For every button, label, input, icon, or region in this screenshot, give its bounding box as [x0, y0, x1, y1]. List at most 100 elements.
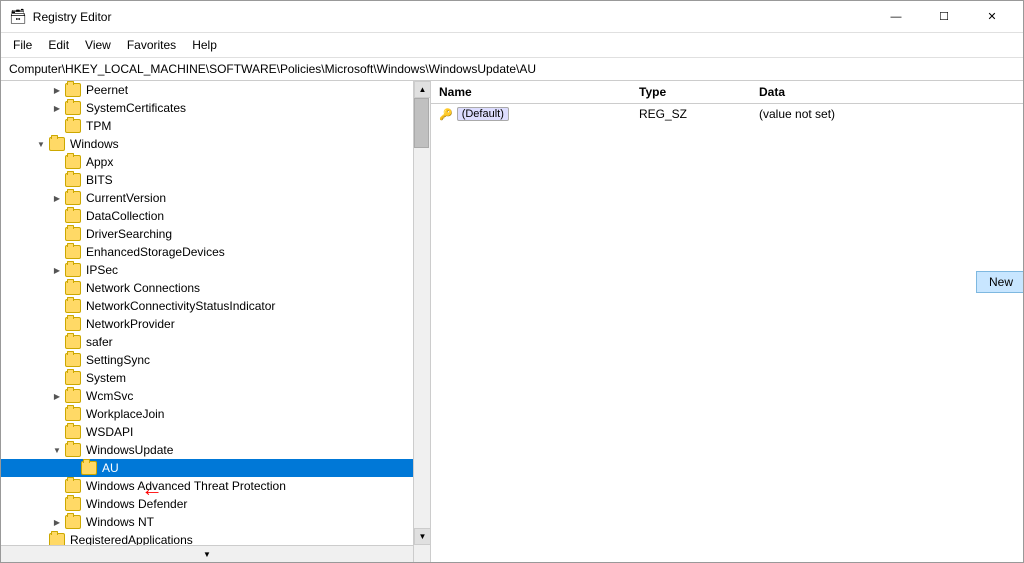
tree-scrollbar[interactable]: ▲ ▼ — [413, 81, 430, 562]
maximize-button[interactable]: ☐ — [921, 5, 967, 29]
tree-item[interactable]: ▶ Windows NT — [1, 513, 430, 531]
scroll-up-btn[interactable]: ▲ — [414, 81, 431, 98]
tree-item[interactable]: ▶ Peernet — [1, 81, 430, 99]
tree-label: Network Connections — [84, 281, 200, 295]
col-type-header: Type — [639, 85, 759, 99]
tree-label: BITS — [84, 173, 113, 187]
folder-icon — [81, 461, 97, 475]
expand-icon: ▶ — [49, 388, 65, 404]
tree-item[interactable]: ▶ SystemCertificates — [1, 99, 430, 117]
tree-label: Peernet — [84, 83, 128, 97]
menu-edit[interactable]: Edit — [40, 35, 77, 55]
tree-item-au[interactable]: ▶ AU — [1, 459, 430, 477]
folder-icon — [65, 155, 81, 169]
tree-item[interactable]: ▶ EnhancedStorageDevices — [1, 243, 430, 261]
menu-favorites[interactable]: Favorites — [119, 35, 184, 55]
folder-icon — [65, 299, 81, 313]
folder-icon — [65, 443, 81, 457]
tree-item[interactable]: ▶ Windows Defender — [1, 495, 430, 513]
tree-label: Windows Defender — [84, 497, 187, 511]
tree-label: Windows NT — [84, 515, 154, 529]
folder-icon — [65, 119, 81, 133]
tree-item[interactable]: ▶ WSDAPI — [1, 423, 430, 441]
menu-bar: File Edit View Favorites Help — [1, 33, 1023, 58]
folder-icon — [65, 227, 81, 241]
menu-file[interactable]: File — [5, 35, 40, 55]
tree-label: TPM — [84, 119, 111, 133]
app-icon: 🗃 — [9, 8, 27, 25]
detail-cell-data: (value not set) — [759, 107, 1015, 121]
folder-icon — [65, 407, 81, 421]
tree-label: SystemCertificates — [84, 101, 186, 115]
tree-item[interactable]: ▶ NetworkProvider — [1, 315, 430, 333]
tree-panel[interactable]: ▶ Peernet ▶ SystemCertificates ▶ TPM ▼ W… — [1, 81, 431, 562]
scroll-down-arrow[interactable]: ▼ — [1, 545, 413, 562]
detail-header: Name Type Data — [431, 81, 1023, 104]
tree-label: WorkplaceJoin — [84, 407, 164, 421]
tree-item[interactable]: ▶ DriverSearching — [1, 225, 430, 243]
registry-editor-window: 🗃 Registry Editor — ☐ ✕ File Edit View F… — [0, 0, 1024, 563]
context-menu-container: New › Key String Value Binary Value — [976, 271, 1023, 293]
tree-item[interactable]: ▶ Windows Advanced Threat Protection — [1, 477, 430, 495]
tree-label: AU — [100, 461, 119, 475]
folder-icon — [49, 137, 65, 151]
tree-item[interactable]: ▶ WcmSvc — [1, 387, 430, 405]
close-button[interactable]: ✕ — [969, 5, 1015, 29]
tree-item[interactable]: ▶ TPM — [1, 117, 430, 135]
expand-icon: ▶ — [49, 100, 65, 116]
tree-item[interactable]: ▶ DataCollection — [1, 207, 430, 225]
tree-label: safer — [84, 335, 113, 349]
folder-icon — [65, 209, 81, 223]
tree-item[interactable]: ▼ Windows — [1, 135, 430, 153]
folder-icon — [65, 371, 81, 385]
detail-cell-type: REG_SZ — [639, 107, 759, 121]
col-data-header: Data — [759, 85, 1015, 99]
folder-icon — [65, 101, 81, 115]
menu-help[interactable]: Help — [184, 35, 225, 55]
address-text: Computer\HKEY_LOCAL_MACHINE\SOFTWARE\Pol… — [9, 62, 536, 76]
tree-item[interactable]: ▶ SettingSync — [1, 351, 430, 369]
tree-label: WcmSvc — [84, 389, 133, 403]
tree-item[interactable]: ▶ safer — [1, 333, 430, 351]
detail-cell-name: 🔑 (Default) — [439, 107, 639, 121]
tree-item[interactable]: ▶ IPSec — [1, 261, 430, 279]
tree-item-windowsupdate[interactable]: ▼ WindowsUpdate — [1, 441, 430, 459]
folder-icon — [65, 173, 81, 187]
menu-view[interactable]: View — [77, 35, 119, 55]
tree-item[interactable]: ▶ Appx — [1, 153, 430, 171]
tree-label: EnhancedStorageDevices — [84, 245, 225, 259]
tree-item[interactable]: ▶ CurrentVersion — [1, 189, 430, 207]
tree-label: NetworkProvider — [84, 317, 175, 331]
minimize-button[interactable]: — — [873, 5, 919, 29]
detail-row-default[interactable]: 🔑 (Default) REG_SZ (value not set) — [431, 104, 1023, 124]
tree-label: WSDAPI — [84, 425, 133, 439]
window-title: Registry Editor — [33, 10, 112, 24]
folder-icon — [65, 353, 81, 367]
title-bar-left: 🗃 Registry Editor — [9, 8, 111, 25]
folder-icon — [65, 317, 81, 331]
scroll-down-btn[interactable]: ▼ — [414, 528, 431, 545]
expand-icon: ▶ — [49, 82, 65, 98]
folder-icon — [65, 389, 81, 403]
title-bar: 🗃 Registry Editor — ☐ ✕ — [1, 1, 1023, 33]
tree-item[interactable]: ▶ WorkplaceJoin — [1, 405, 430, 423]
folder-icon — [65, 497, 81, 511]
tree-label: DriverSearching — [84, 227, 172, 241]
tree-item[interactable]: ▶ System — [1, 369, 430, 387]
folder-icon — [65, 335, 81, 349]
scroll-thumb[interactable] — [414, 98, 429, 148]
folder-icon — [65, 263, 81, 277]
new-menu-item[interactable]: New › — [976, 271, 1023, 293]
expand-icon: ▶ — [49, 514, 65, 530]
tree-item-network-connections[interactable]: ▶ Network Connections — [1, 279, 430, 297]
tree-item[interactable]: ▶ NetworkConnectivityStatusIndicator — [1, 297, 430, 315]
tree-item[interactable]: ▶ BITS — [1, 171, 430, 189]
default-value-badge: (Default) — [457, 107, 509, 121]
tree-label: SettingSync — [84, 353, 150, 367]
folder-icon — [65, 191, 81, 205]
address-bar: Computer\HKEY_LOCAL_MACHINE\SOFTWARE\Pol… — [1, 58, 1023, 81]
default-row-icon: 🔑 — [439, 108, 453, 121]
new-label: New — [989, 275, 1013, 289]
expand-icon: ▼ — [33, 136, 49, 152]
title-bar-controls: — ☐ ✕ — [873, 5, 1015, 29]
